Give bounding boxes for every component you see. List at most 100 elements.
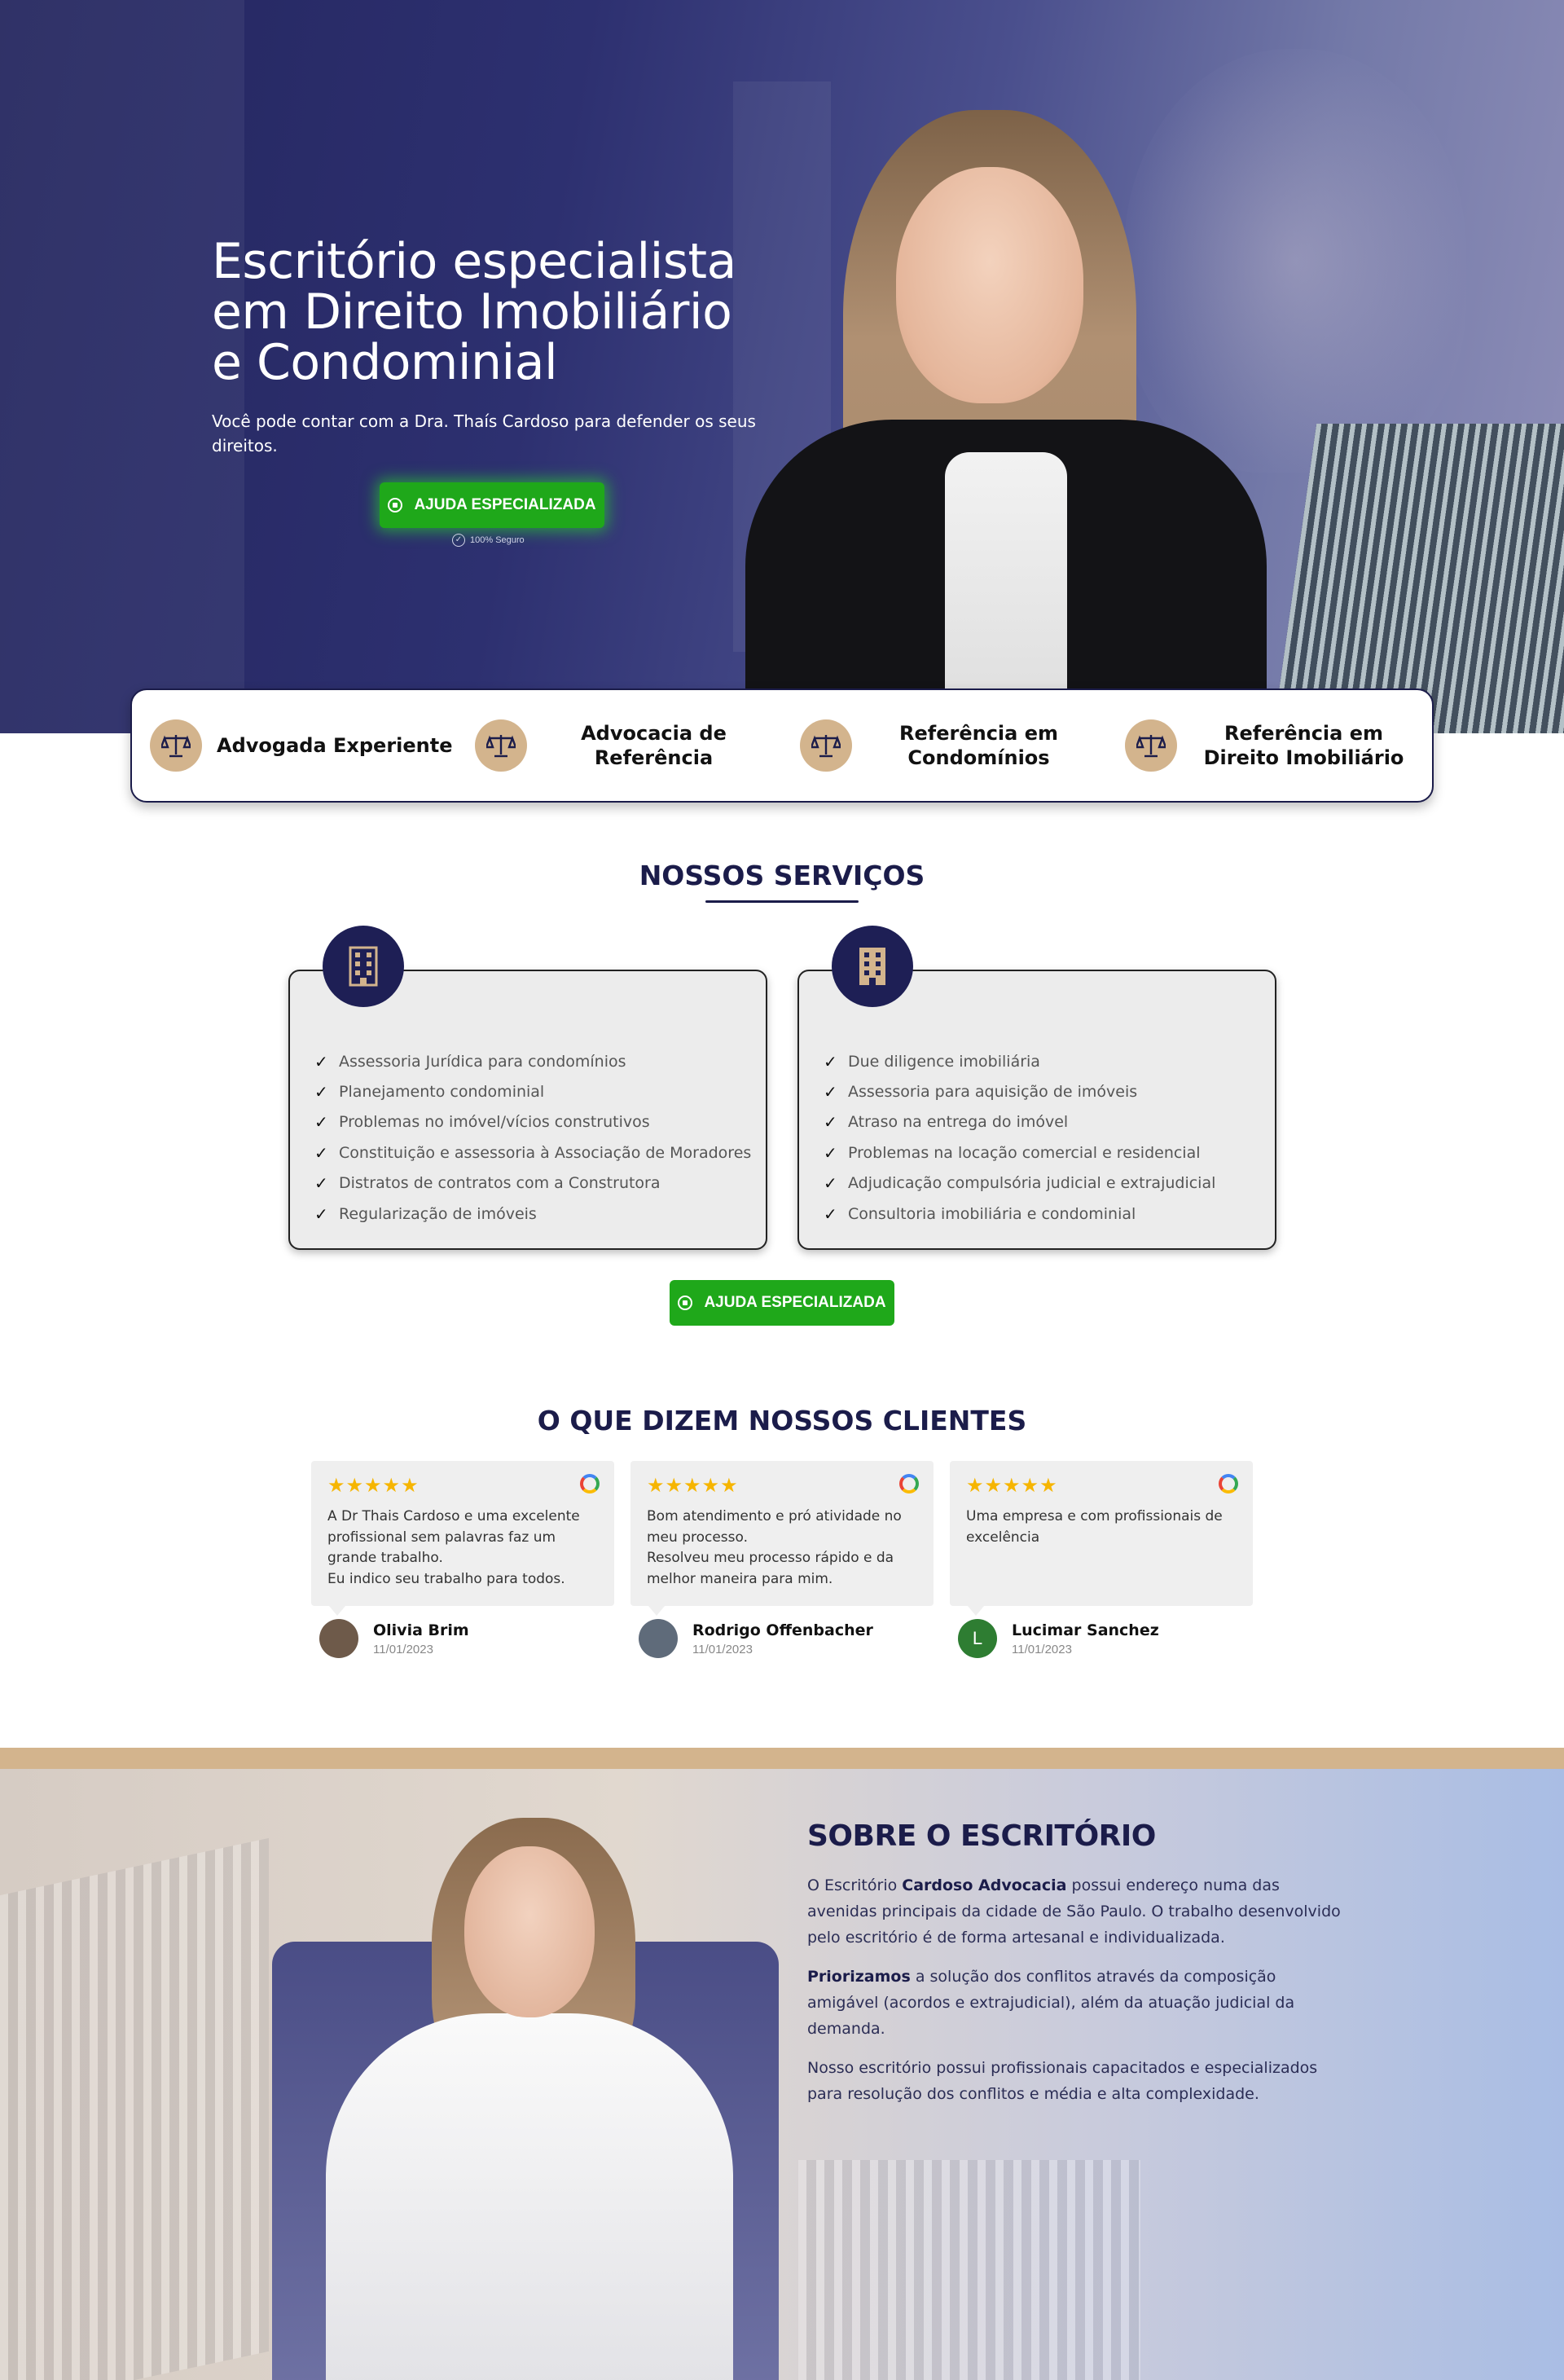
service-item: ✓ Planejamento condominial: [314, 1082, 545, 1102]
scales-icon: [800, 719, 852, 772]
checkmark-icon: ✓: [314, 1112, 328, 1133]
building-bg-right: [798, 2160, 1140, 2380]
whatsapp-icon: [388, 498, 403, 513]
hero-section: Escritório especialista em Direito Imobi…: [0, 0, 1564, 733]
hero-title: Escritório especialista em Direito Imobi…: [212, 236, 782, 388]
google-icon: [899, 1474, 919, 1494]
checkmark-icon: ✓: [314, 1082, 328, 1102]
about-paragraph-3: Nosso escritório possui profissionais ca…: [807, 2059, 1318, 2103]
checkmark-icon: ✓: [824, 1082, 837, 1102]
service-item: ✓ Adjudicação compulsória judicial e extr…: [824, 1173, 1216, 1194]
reviewer: Rodrigo Offenbacher 11/01/2023: [639, 1619, 873, 1658]
service-item: ✓ Problemas na locação comercial e reside…: [824, 1142, 1201, 1163]
service-item: ✓ Constituição e assessoria à Associação …: [314, 1142, 752, 1163]
service-item: ✓ Assessoria Jurídica para condomínios: [314, 1051, 626, 1071]
building-icon-badge: [832, 926, 913, 1007]
feature-label: Referência em Condomínios: [899, 722, 1058, 769]
reviews-title: O QUE DIZEM NOSSOS CLIENTES: [537, 1405, 1027, 1436]
google-icon: [580, 1474, 600, 1494]
about-paragraph-1: O Escritório Cardoso Advocacia possui en…: [807, 1876, 1341, 1947]
features-bar: Advogada Experiente Advocacia de Referên…: [130, 688, 1434, 803]
services-title: NOSSOS SERVIÇOS: [639, 860, 925, 891]
services-cta-label: AJUDA ESPECIALIZADA: [704, 1294, 886, 1311]
service-item: ✓ Due diligence imobiliária: [824, 1051, 1040, 1071]
feature-item-imobiliario: Referência em Direito Imobiliário: [1107, 690, 1432, 801]
scales-icon: [1125, 719, 1177, 772]
hero-title-line-3: e Condominial: [212, 334, 558, 391]
star-rating: ★★★★★: [327, 1475, 420, 1497]
service-item: ✓ Consultoria imobiliária e condominial: [824, 1203, 1136, 1224]
reviewer: Olivia Brim 11/01/2023: [319, 1619, 469, 1658]
about-top-strip: [0, 1748, 1564, 1769]
review-text: A Dr Thais Cardoso e uma excelente profi…: [327, 1508, 580, 1587]
building-icon: [349, 946, 378, 987]
review-card: ★★★★★ Bom atendimento e pró atividade no…: [630, 1461, 934, 1616]
secure-label: 100% Seguro: [470, 535, 525, 545]
review-text: Bom atendimento e pró atividade no meu p…: [647, 1508, 902, 1587]
review-text: Uma empresa e com profissionais de excel…: [966, 1508, 1223, 1546]
building-icon-badge: [323, 926, 404, 1007]
service-list: ✓ Due diligence imobiliária ✓ Assessoria p…: [824, 1046, 1215, 1229]
reviewer-name: Rodrigo Offenbacher: [692, 1621, 873, 1639]
building-bg-left: [0, 1837, 269, 2380]
feature-label: Advogada Experiente: [217, 734, 453, 757]
service-card-condominial: ✓ Assessoria Jurídica para condomínios ✓ P…: [288, 970, 767, 1250]
feature-label: Advocacia de Referência: [581, 722, 727, 769]
checkmark-icon: ✓: [824, 1142, 837, 1163]
about-paragraph-2: Priorizamos a solução dos conflitos atra…: [807, 1968, 1295, 2038]
avatar: [639, 1619, 678, 1658]
about-title: SOBRE O ESCRITÓRIO: [807, 1819, 1156, 1853]
hero-cta-label: AJUDA ESPECIALIZADA: [414, 496, 596, 513]
checkmark-icon: ✓: [314, 1051, 328, 1071]
scales-icon: [475, 719, 527, 772]
star-rating: ★★★★★: [647, 1475, 739, 1497]
review-card: ★★★★★ A Dr Thais Cardoso e uma excelente…: [311, 1461, 614, 1616]
review-date: 11/01/2023: [1012, 1642, 1072, 1656]
feature-item-referencia: Advocacia de Referência: [457, 690, 782, 801]
service-item: ✓ Atraso na entrega do imóvel: [824, 1112, 1069, 1133]
reviewer-name: Lucimar Sanchez: [1012, 1621, 1159, 1639]
lawyer-photo-2-body: [326, 2013, 733, 2380]
whatsapp-icon: [678, 1296, 693, 1310]
feature-item-condominios: Referência em Condomínios: [782, 690, 1107, 801]
service-item: ✓ Problemas no imóvel/vícios construtivos: [314, 1112, 650, 1133]
avatar: L: [958, 1619, 997, 1658]
building-image: [1271, 424, 1564, 733]
city-bg-left: [0, 0, 244, 733]
checkmark-icon: ✓: [314, 1203, 328, 1224]
hero-subtitle: Você pode contar com a Dra. Thaís Cardos…: [212, 411, 756, 455]
lawyer-photo: [745, 110, 1267, 733]
scales-icon: [150, 719, 202, 772]
service-item: ✓ Regularização de imóveis: [314, 1203, 537, 1224]
checkmark-icon: ✓: [824, 1203, 837, 1224]
service-list: ✓ Assessoria Jurídica para condomínios ✓ P…: [314, 1046, 751, 1229]
star-rating: ★★★★★: [966, 1475, 1058, 1497]
hero-title-line-1: Escritório especialista: [212, 233, 736, 290]
reviewer: L Lucimar Sanchez 11/01/2023: [958, 1619, 1159, 1658]
review-card: ★★★★★ Uma empresa e com profissionais de…: [950, 1461, 1253, 1616]
service-item: ✓ Distratos de contratos com a Construtor…: [314, 1173, 661, 1194]
service-item: ✓ Assessoria para aquisição de imóveis: [824, 1082, 1138, 1102]
about-text-block: SOBRE O ESCRITÓRIO O Escritório Cardoso …: [807, 1819, 1345, 2107]
building-icon: [859, 948, 885, 985]
hero-title-line-2: em Direito Imobiliário: [212, 284, 732, 341]
about-section: SOBRE O ESCRITÓRIO O Escritório Cardoso …: [0, 1769, 1564, 2380]
services-title-underline: [705, 900, 859, 903]
hero-whatsapp-button[interactable]: AJUDA ESPECIALIZADA: [380, 482, 604, 528]
checkmark-icon: ✓: [314, 1142, 328, 1163]
checkmark-icon: ✓: [314, 1173, 328, 1194]
feature-label: Referência em Direito Imobiliário: [1203, 722, 1404, 769]
checkmark-icon: ✓: [824, 1051, 837, 1071]
lawyer-photo-2-face: [464, 1846, 595, 2017]
review-date: 11/01/2023: [373, 1642, 433, 1656]
reviewer-name: Olivia Brim: [373, 1621, 469, 1639]
checkmark-icon: ✓: [824, 1112, 837, 1133]
avatar: [319, 1619, 358, 1658]
feature-item-experiente: Advogada Experiente: [132, 690, 457, 801]
hero-text-block: Escritório especialista em Direito Imobi…: [212, 236, 782, 458]
secure-badge: ✓ 100% Seguro: [452, 534, 525, 547]
services-whatsapp-button[interactable]: AJUDA ESPECIALIZADA: [670, 1280, 894, 1326]
check-circle-icon: ✓: [452, 534, 465, 547]
google-icon: [1219, 1474, 1238, 1494]
review-date: 11/01/2023: [692, 1642, 753, 1656]
